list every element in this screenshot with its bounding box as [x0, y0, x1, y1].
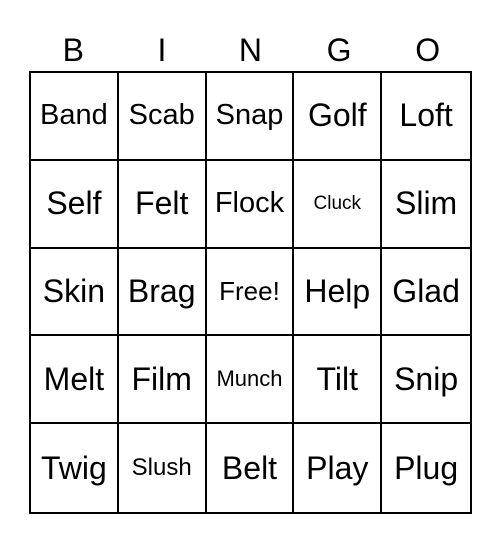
bingo-cell[interactable]: Twig	[31, 424, 119, 512]
bingo-cell[interactable]: Snip	[382, 336, 470, 425]
bingo-cell[interactable]: Band	[31, 73, 119, 161]
header-letter-b: B	[62, 32, 84, 68]
bingo-cell[interactable]: Film	[118, 336, 207, 425]
bingo-cell[interactable]: Skin	[31, 248, 119, 337]
header-letter-g: G	[326, 32, 352, 68]
bingo-cell[interactable]: Belt	[207, 424, 295, 512]
header-letter-o: O	[415, 32, 441, 68]
bingo-cell[interactable]: Melt	[31, 336, 119, 425]
bingo-cell[interactable]: Help	[294, 248, 383, 337]
bingo-cell[interactable]: Snap	[206, 73, 295, 161]
header-letter-n: N	[238, 32, 263, 68]
bingo-cell[interactable]: Play	[294, 424, 383, 512]
bingo-cell[interactable]: Felt	[118, 160, 207, 249]
bingo-cell[interactable]: Plug	[382, 424, 470, 512]
bingo-cell[interactable]: Slush	[119, 424, 207, 512]
bingo-cell[interactable]: Flock	[206, 160, 295, 249]
bingo-cell[interactable]: Slim	[382, 161, 470, 249]
bingo-cell[interactable]: Scab	[118, 73, 207, 161]
bingo-card-grid: Band Scab Snap Golf Loft Self Felt Flock Cluck Sl…	[29, 71, 472, 514]
bingo-header: B I N G O	[29, 30, 472, 70]
bingo-cell[interactable]: Cluck	[294, 160, 383, 249]
bingo-cell[interactable]: Tilt	[294, 336, 383, 425]
bingo-cell[interactable]: Loft	[382, 73, 470, 161]
bingo-cell[interactable]: Brag	[118, 248, 207, 337]
header-letter-i: I	[157, 32, 167, 68]
bingo-cell[interactable]: Self	[31, 160, 119, 249]
bingo-cell[interactable]: Munch	[206, 336, 295, 425]
free-space-cell[interactable]: Free!	[206, 248, 295, 337]
bingo-cell[interactable]: Golf	[294, 73, 383, 161]
bingo-cell[interactable]: Glad	[382, 249, 470, 337]
